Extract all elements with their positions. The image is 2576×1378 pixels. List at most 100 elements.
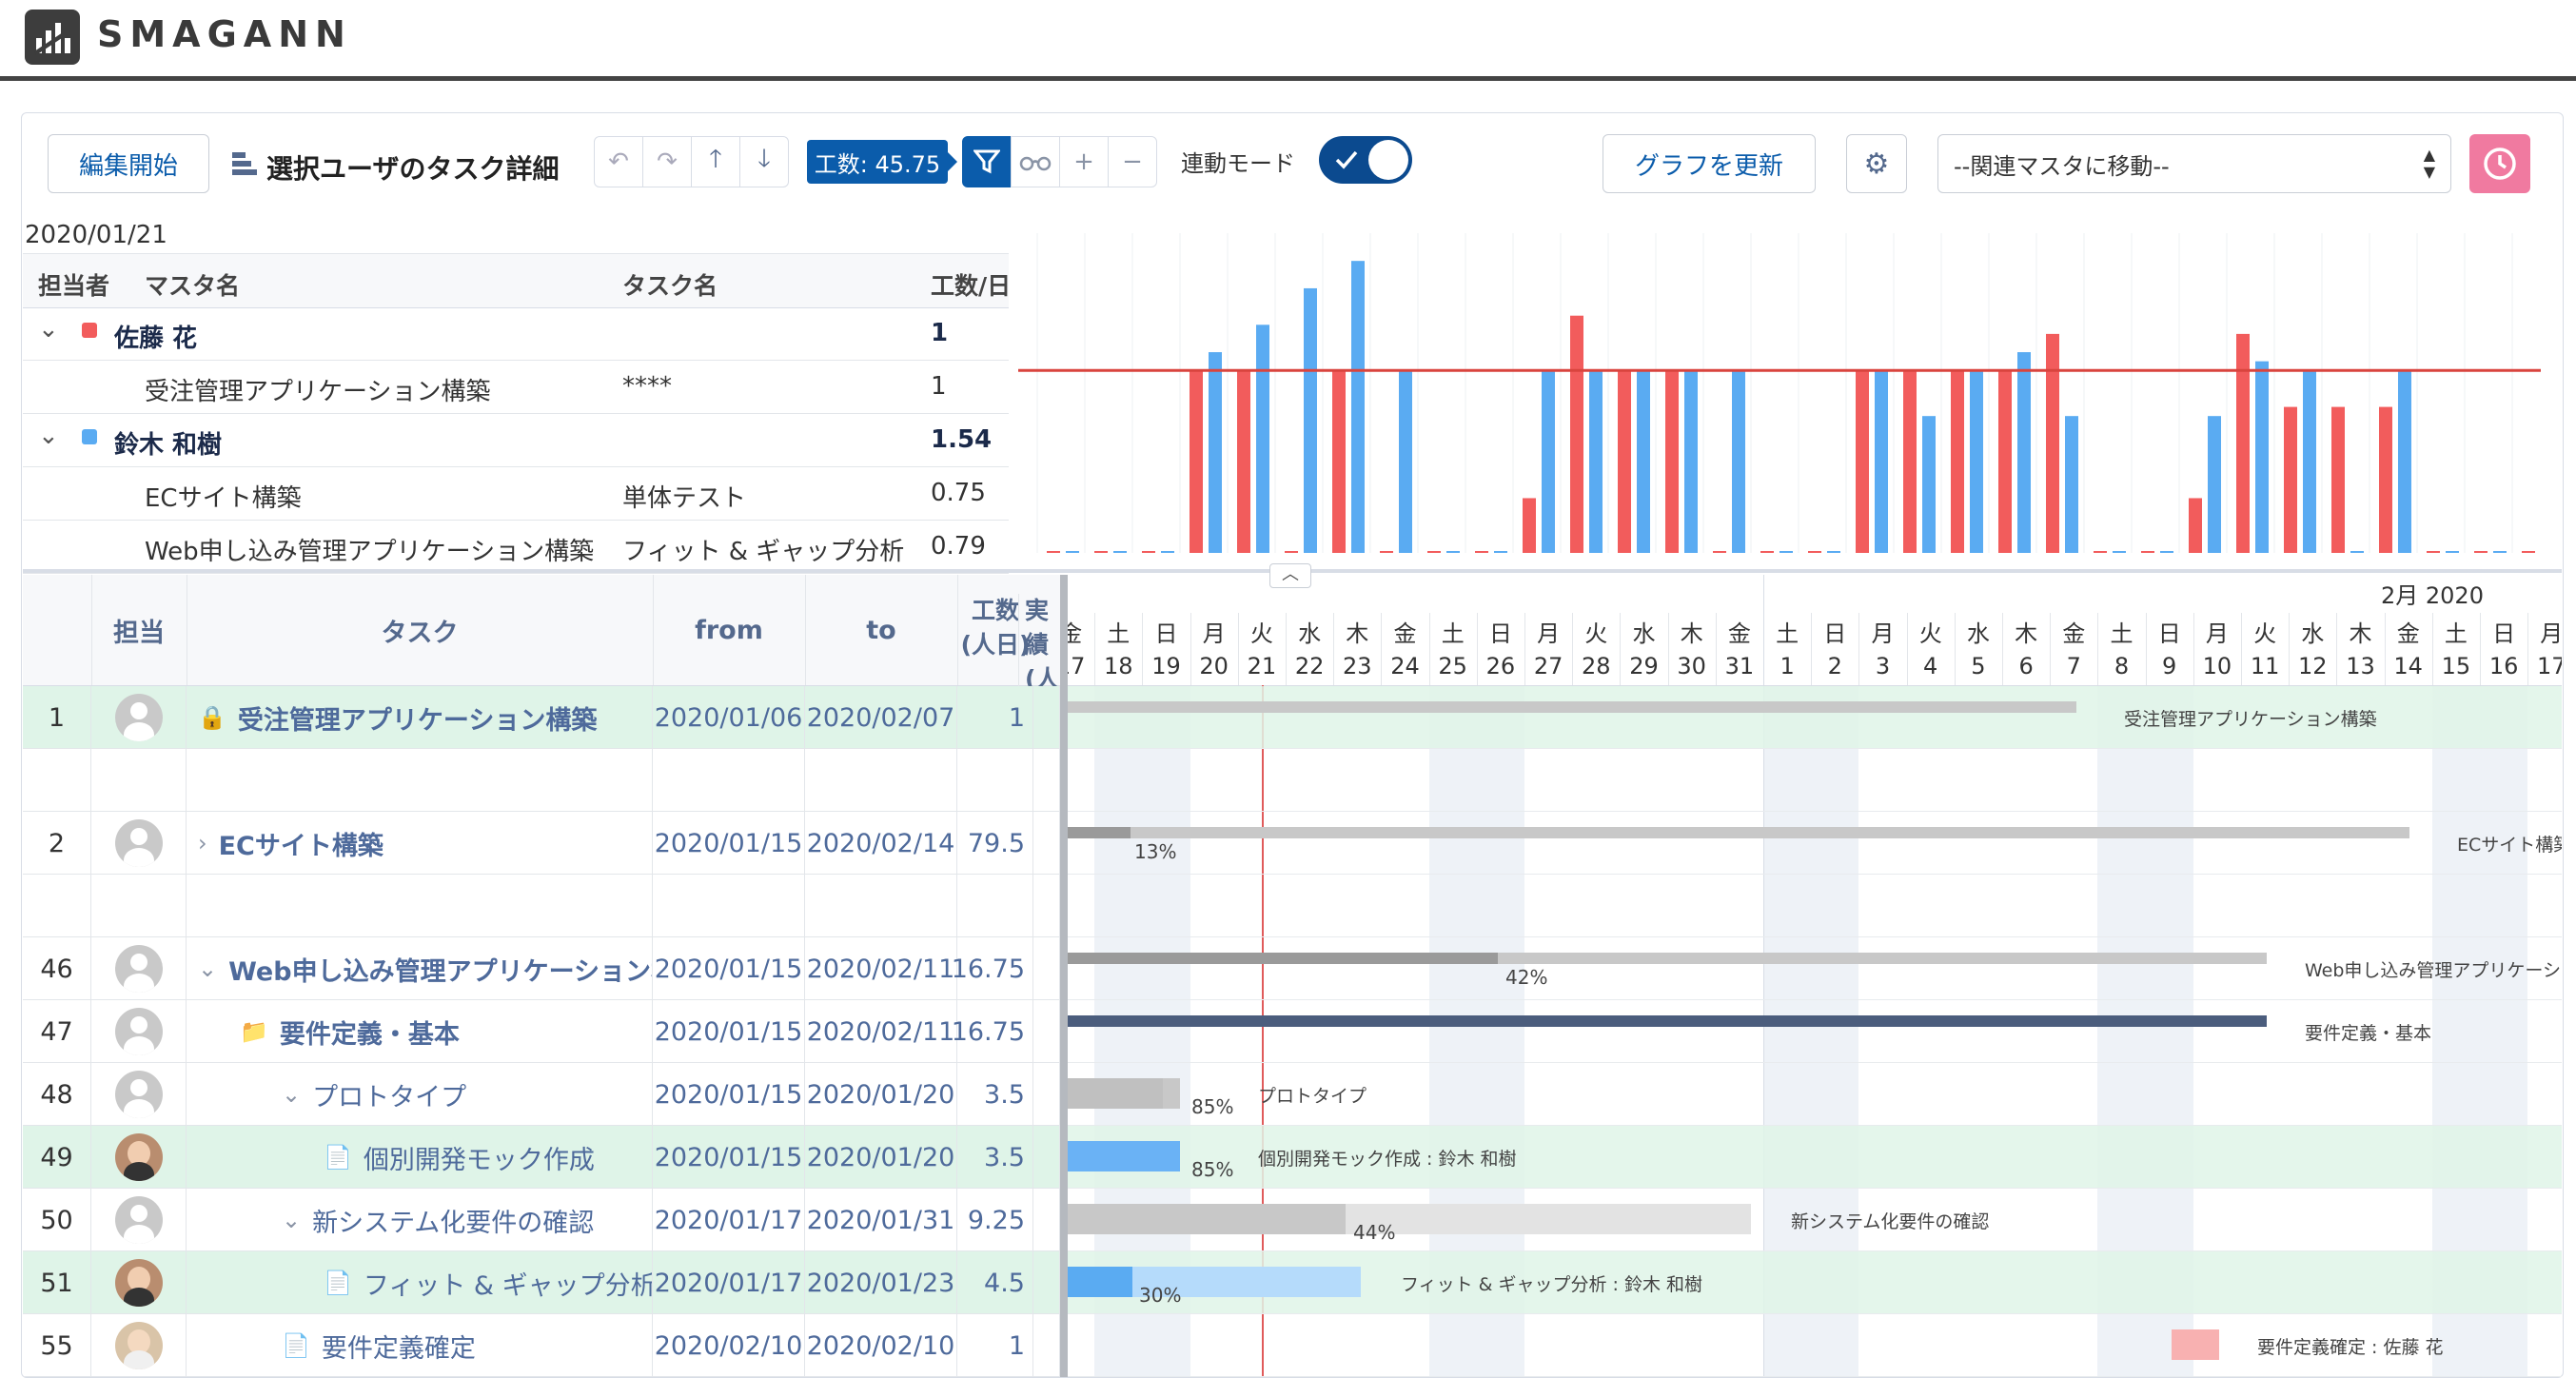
- app-header: SMAGANN: [0, 0, 2576, 81]
- progress-label: 85%: [1191, 1095, 1234, 1118]
- table-row[interactable]: 50 ⌄ 新システム化要件の確認 2020/01/17 2020/01/31 9.25: [23, 1189, 1060, 1251]
- task-name[interactable]: 要件定義確定: [322, 1328, 476, 1365]
- grid-header-assignee[interactable]: 担当: [91, 575, 187, 685]
- redo-button[interactable]: ↷: [642, 136, 692, 187]
- summary-date: 2020/01/21: [25, 221, 167, 249]
- chevron-down-icon[interactable]: ⌄: [198, 955, 217, 982]
- avatar[interactable]: [114, 1196, 163, 1244]
- move-up-button[interactable]: 🡑: [691, 136, 740, 187]
- link-mode-toggle[interactable]: [1319, 136, 1412, 184]
- avatar[interactable]: [114, 1008, 163, 1055]
- chart-bar: [1570, 315, 1583, 553]
- redo-icon: ↷: [657, 148, 678, 176]
- task-cell: 📄 フィット & ギャップ分析: [187, 1251, 653, 1314]
- gantt-bar[interactable]: [1068, 701, 2076, 713]
- chart-bar: [2331, 406, 2345, 553]
- summary-user-row[interactable]: ⌄ 佐藤 花 1: [23, 307, 1009, 361]
- chart-bar: [2303, 370, 2316, 553]
- progress-label: 42%: [1505, 966, 1548, 989]
- chevron-down-icon[interactable]: ⌄: [38, 422, 59, 450]
- settings-button[interactable]: ⚙: [1846, 134, 1907, 193]
- chart-bar: [1351, 261, 1365, 553]
- avatar[interactable]: [114, 1133, 163, 1181]
- task-cell: › ECサイト構築: [187, 812, 653, 875]
- gantt-bar-progress: [1068, 953, 1498, 964]
- zoom-in-button[interactable]: +: [1059, 136, 1109, 187]
- move-down-button[interactable]: 🡓: [739, 136, 789, 187]
- table-row[interactable]: 1 🔒 受注管理アプリケーション構築 2020/01/06 2020/02/07 1: [23, 686, 1060, 749]
- chevron-down-icon[interactable]: ⌄: [38, 315, 59, 344]
- summary-user-row[interactable]: ⌄ 鈴木 和樹 1.54: [23, 414, 1009, 467]
- task-name[interactable]: 受注管理アプリケーション構築: [238, 699, 597, 737]
- day-label: 30: [1677, 653, 1706, 679]
- task-name[interactable]: 個別開発モック作成: [364, 1139, 595, 1176]
- task-name[interactable]: Web申し込み管理アプリケーション構築: [228, 951, 652, 988]
- table-row[interactable]: 49 📄 個別開発モック作成 2020/01/15 2020/01/20 3.5: [23, 1126, 1060, 1189]
- day-label: 13: [2346, 653, 2375, 679]
- chevron-down-icon[interactable]: ⌄: [282, 1081, 301, 1108]
- task-name[interactable]: フィット & ギャップ分析: [364, 1265, 652, 1302]
- weekday-label: 木: [2349, 620, 2372, 647]
- assignee-cell: [91, 812, 187, 875]
- chart-bar: [2236, 333, 2250, 553]
- chart-bar: [1875, 370, 1888, 553]
- grid-header-from[interactable]: from: [653, 575, 806, 685]
- edit-start-button[interactable]: 編集開始: [48, 134, 209, 193]
- avatar[interactable]: [114, 1259, 163, 1307]
- table-row[interactable]: 51 📄 フィット & ギャップ分析 2020/01/17 2020/01/23 4.5: [23, 1251, 1060, 1314]
- day-label: 17: [1068, 653, 1086, 679]
- avatar[interactable]: [114, 1071, 163, 1118]
- spacer-cell: [91, 749, 187, 812]
- gantt-bar-label: プロトタイプ: [1258, 1086, 1367, 1107]
- chart-bar: [2046, 333, 2059, 553]
- day-label: 12: [2298, 653, 2328, 679]
- gantt-bar[interactable]: [1068, 1015, 2267, 1027]
- clock-button[interactable]: [2469, 134, 2530, 193]
- table-row[interactable]: 55 📄 要件定義確定 2020/02/10 2020/02/10 1: [23, 1314, 1060, 1377]
- chevron-down-icon[interactable]: ⌄: [282, 1207, 301, 1233]
- update-graph-button[interactable]: グラフを更新: [1603, 134, 1816, 193]
- spacer-cell: [23, 749, 91, 812]
- chart-bar: [1113, 551, 1127, 553]
- select-arrows-icon: ▲ ▼: [2423, 146, 2435, 181]
- table-row[interactable]: 48 ⌄ プロトタイプ 2020/01/15 2020/01/20 3.5: [23, 1063, 1060, 1126]
- filter-button[interactable]: [962, 136, 1012, 187]
- master-select[interactable]: --関連マスタに移動-- ▲ ▼: [1937, 134, 2451, 193]
- to-date: 2020/02/14: [805, 812, 957, 875]
- plus-icon: +: [1073, 148, 1094, 176]
- avatar[interactable]: [114, 694, 163, 741]
- task-name[interactable]: ECサイト構築: [219, 825, 383, 862]
- day-label: 28: [1582, 653, 1611, 679]
- task-name[interactable]: プロトタイプ: [312, 1076, 466, 1113]
- chart-bar: [1903, 370, 1917, 553]
- actual-value: [1033, 937, 1060, 1000]
- table-row[interactable]: 46 ⌄ Web申し込み管理アプリケーション構築2020/01/152020/02/…: [23, 937, 1060, 1000]
- table-row[interactable]: 47 📁 要件定義・基本 2020/01/15 2020/02/11 16.75: [23, 1000, 1060, 1063]
- avatar[interactable]: [114, 945, 163, 993]
- effort-value: 16.75: [952, 1000, 1033, 1063]
- to-date: 2020/01/20: [805, 1063, 957, 1126]
- grid-splitter[interactable]: [1060, 575, 1068, 1377]
- chart-bar: [1304, 287, 1317, 553]
- chart-bar: [1494, 551, 1507, 553]
- chevron-right-icon[interactable]: ›: [198, 830, 207, 856]
- chart-bar: [1760, 551, 1774, 553]
- grid-header-to[interactable]: to: [805, 575, 958, 685]
- actual-value: [1033, 686, 1060, 749]
- weekday-label: 水: [1632, 620, 1656, 647]
- task-name[interactable]: 要件定義・基本: [280, 1014, 460, 1051]
- table-row[interactable]: 2 › ECサイト構築 2020/01/15 2020/02/14 79.5: [23, 812, 1060, 875]
- gantt-bar[interactable]: [1068, 827, 2409, 838]
- task-name[interactable]: 新システム化要件の確認: [312, 1202, 594, 1239]
- spacer-cell: [653, 749, 805, 812]
- chart-bar: [1780, 551, 1793, 553]
- user-color-swatch: [82, 323, 97, 338]
- glasses-button[interactable]: [1011, 136, 1060, 187]
- chart-bar: [1047, 551, 1060, 553]
- zoom-out-button[interactable]: −: [1108, 136, 1157, 187]
- avatar[interactable]: [114, 1322, 163, 1369]
- gantt-bar[interactable]: [2172, 1329, 2219, 1360]
- avatar[interactable]: [114, 819, 163, 867]
- undo-button[interactable]: ↶: [594, 136, 643, 187]
- grid-header-task[interactable]: タスク: [187, 575, 654, 685]
